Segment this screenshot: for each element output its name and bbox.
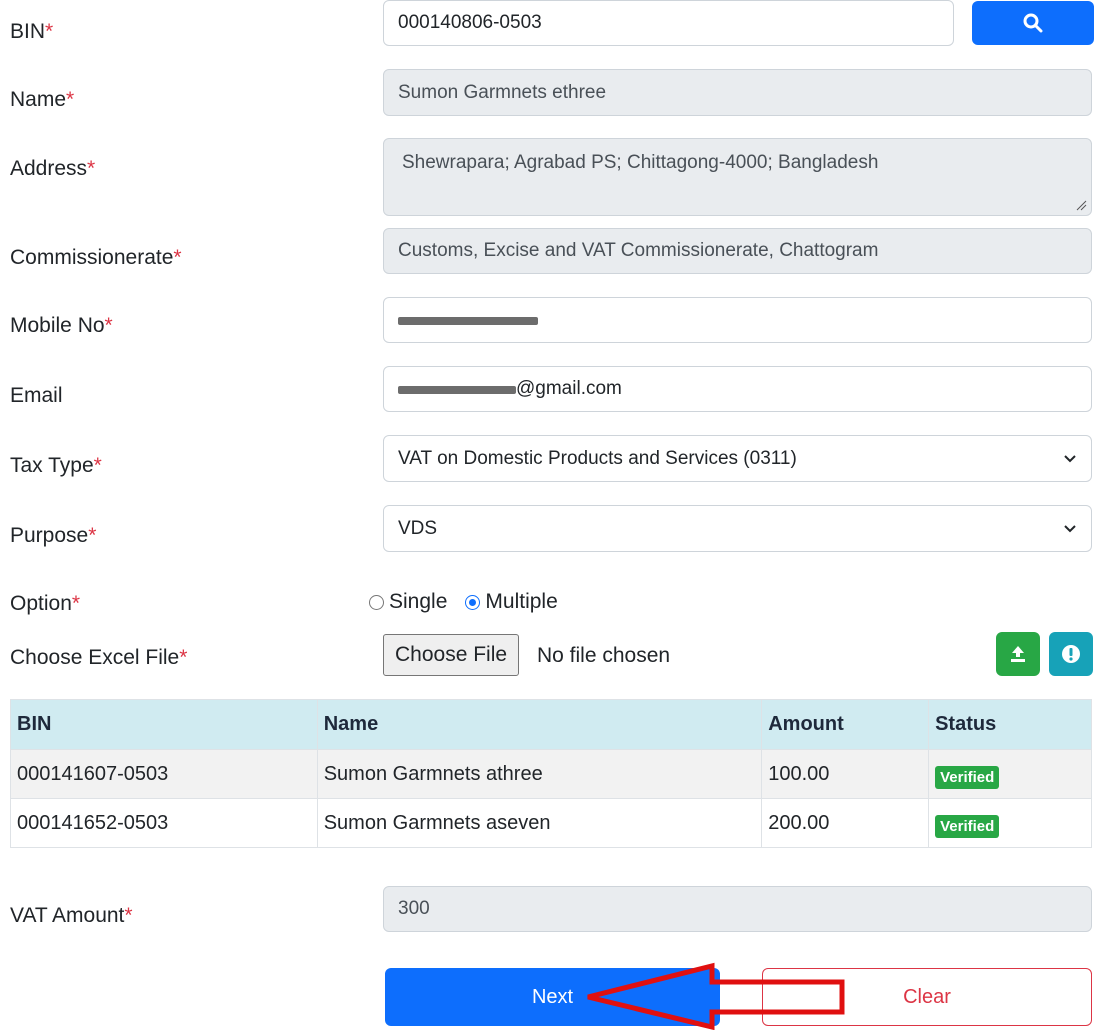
email-visible-suffix: @gmail.com — [516, 378, 622, 399]
radio-single[interactable] — [369, 594, 384, 610]
radio-single-label: Single — [389, 590, 448, 613]
cell-bin: 000141607-0503 — [10, 749, 318, 799]
tax-type-selected: VAT on Domestic Products and Services (0… — [398, 447, 797, 469]
address-label: Address* — [10, 157, 96, 180]
info-button[interactable] — [1049, 632, 1093, 676]
cell-status: Verified — [928, 798, 1092, 848]
purpose-selected: VDS — [398, 517, 438, 539]
mobile-masked-value — [398, 317, 538, 325]
tax-type-label: Tax Type* — [10, 454, 102, 477]
choose-file-button[interactable]: Choose File — [383, 634, 520, 676]
name-input: Sumon Garmnets ethree — [383, 69, 1092, 116]
search-button[interactable] — [972, 1, 1094, 45]
search-icon — [1023, 13, 1043, 33]
mobile-input[interactable] — [383, 297, 1092, 343]
cell-name: Sumon Garmnets aseven — [316, 798, 763, 848]
bin-label: BIN* — [10, 20, 54, 43]
option-label: Option* — [10, 592, 81, 615]
commissionerate-input: Customs, Excise and VAT Commissionerate,… — [383, 228, 1092, 274]
cell-status: Verified — [928, 749, 1092, 799]
radio-multiple-label: Multiple — [485, 590, 558, 613]
clear-button[interactable]: Clear — [762, 968, 1092, 1026]
address-textarea: Shewrapara; Agrabad PS; Chittagong-4000;… — [383, 138, 1092, 216]
upload-results-table: BIN Name Amount Status 000141607-0503 Su… — [10, 699, 1092, 848]
purpose-label: Purpose* — [10, 524, 97, 547]
email-input[interactable]: @gmail.com — [383, 366, 1092, 412]
radio-multiple[interactable] — [465, 594, 481, 610]
name-label: Name* — [10, 88, 75, 111]
chevron-down-icon — [1064, 524, 1076, 532]
column-header-name: Name — [316, 699, 763, 750]
tax-type-select[interactable]: VAT on Domestic Products and Services (0… — [383, 435, 1092, 482]
vat-amount-input: 300 — [383, 886, 1092, 932]
cell-name: Sumon Garmnets athree — [316, 749, 763, 799]
table-row: 000141607-0503 Sumon Garmnets athree 100… — [10, 749, 1092, 799]
chevron-down-icon — [1064, 454, 1076, 462]
mobile-label: Mobile No* — [10, 314, 113, 337]
info-icon — [1062, 645, 1080, 663]
name-value: Sumon Garmnets ethree — [398, 81, 607, 103]
status-badge: Verified — [935, 765, 1000, 789]
address-value: Shewrapara; Agrabad PS; Chittagong-4000;… — [402, 152, 879, 173]
cell-bin: 000141652-0503 — [10, 798, 318, 848]
email-masked-part — [398, 386, 516, 394]
excel-file-label: Choose Excel File* — [10, 646, 188, 669]
bin-value: 000140806-0503 — [398, 12, 542, 33]
table-row: 000141652-0503 Sumon Garmnets aseven 200… — [10, 798, 1092, 848]
email-label: Email — [10, 384, 63, 407]
column-header-status: Status — [928, 699, 1092, 750]
bin-input[interactable]: 000140806-0503 — [383, 0, 954, 46]
commissionerate-label: Commissionerate* — [10, 246, 182, 269]
cell-amount: 200.00 — [761, 798, 930, 848]
option-radio-group: Single Multiple — [369, 590, 558, 614]
purpose-select[interactable]: VDS — [383, 505, 1092, 552]
upload-icon — [1011, 646, 1025, 662]
vat-amount-value: 300 — [398, 898, 430, 919]
file-status-text: No file chosen — [537, 644, 671, 667]
cell-amount: 100.00 — [761, 749, 930, 799]
column-header-bin: BIN — [10, 699, 318, 750]
status-badge: Verified — [935, 814, 1000, 838]
next-button[interactable]: Next — [385, 968, 720, 1026]
commissionerate-value: Customs, Excise and VAT Commissionerate,… — [398, 240, 879, 261]
table-header-row: BIN Name Amount Status — [10, 699, 1092, 750]
upload-button[interactable] — [996, 632, 1040, 676]
column-header-amount: Amount — [761, 699, 930, 750]
resize-grip-icon[interactable] — [1076, 200, 1087, 211]
vat-amount-label: VAT Amount* — [10, 904, 133, 927]
